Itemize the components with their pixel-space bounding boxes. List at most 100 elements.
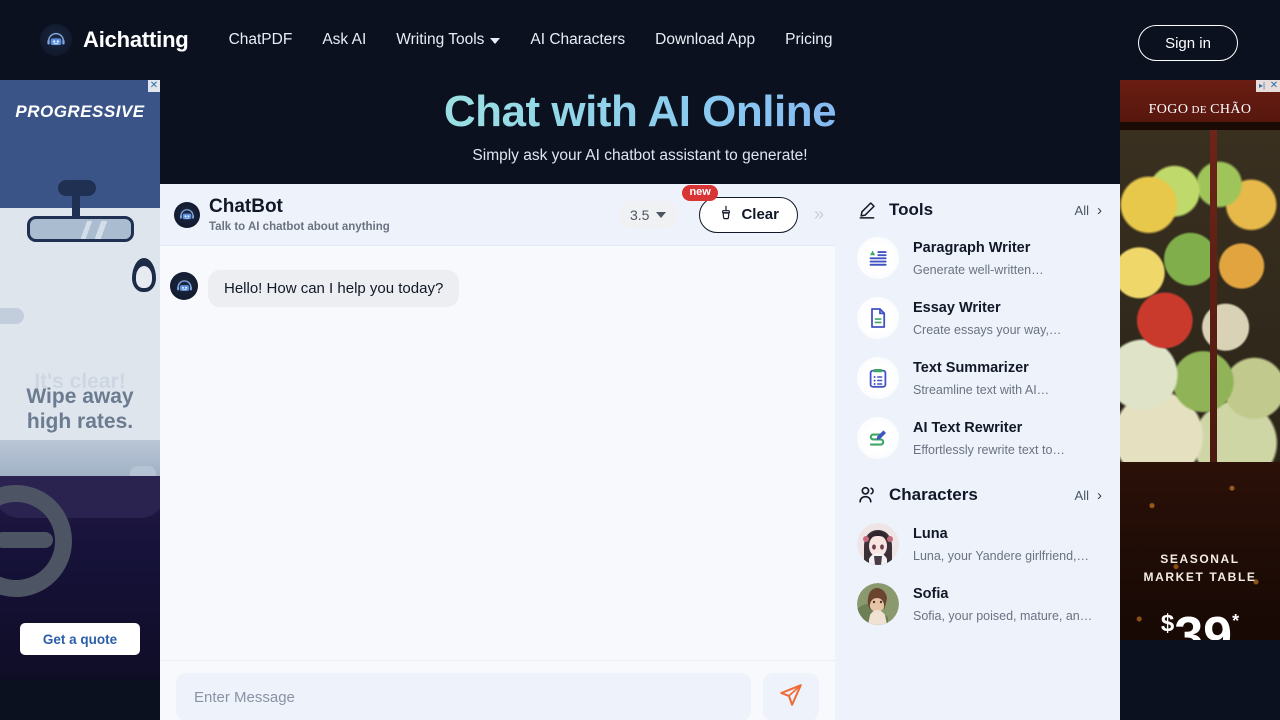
chat-message: Hello! How can I help you today? [170,270,815,307]
nav-label: AI Characters [530,31,626,48]
chat-header-actions: 3.5 new Clear » [617,184,824,233]
chevron-right-icon: › [1097,486,1102,504]
ad-left-headline-line1: Wipe away [26,385,134,408]
ad-left-cta-button[interactable]: Get a quote [20,623,140,655]
ad-right-bottom-strip [1120,640,1280,680]
tools-all-link[interactable]: All › [1075,202,1102,219]
tool-name: Essay Writer [913,300,1001,317]
hero-section: Chat with AI Online Simply ask your AI c… [0,80,1280,184]
tool-desc: Create essays your way,… [913,322,1062,337]
character-desc: Sofia, your poised, mature, an… [913,608,1093,623]
double-chevron-right-icon[interactable]: » [814,204,824,225]
chat-title: ChatBot [209,195,283,217]
message-list: Hello! How can I help you today? [160,246,835,660]
model-selector[interactable]: 3.5 [617,200,679,229]
document-icon [857,297,899,339]
ad-right-brand-de: DE [1188,104,1211,116]
nav-item-chatpdf[interactable]: ChatPDF [229,31,293,49]
characters-title: Characters [889,485,978,504]
sign-in-button[interactable]: Sign in [1138,25,1238,61]
tool-item-paragraph-writer[interactable]: Paragraph Writer Generate well-written… [857,228,1102,288]
composer: Enter Message [160,660,835,720]
nav-label: Pricing [785,31,833,48]
nav-item-pricing[interactable]: Pricing [785,31,832,49]
ad-right-headline: SEASONAL MARKET TABLE [1120,550,1280,586]
nav-label: Writing Tools [396,31,485,48]
characters-header: Characters All › [857,484,1102,506]
ad-right-currency: $ [1160,610,1175,637]
tool-text: Text Summarizer Streamline text with AI… [913,359,1049,396]
all-label: All [1074,487,1089,503]
chevron-right-icon: › [1097,201,1102,219]
characters-list: Luna Luna, your Yandere girlfriend,… Sof… [857,514,1102,634]
message-input[interactable]: Enter Message [176,673,751,720]
ad-left-person [132,258,156,292]
adchoices-icon[interactable]: ▸| [1256,80,1268,92]
tool-name: AI Text Rewriter [913,420,1023,437]
character-name: Luna [913,526,948,543]
rearview-mirror-icon [27,216,134,242]
site-header: Aichatting ChatPDF Ask AI Writing Tools … [0,0,1280,80]
ad-right-brand-tail: CHÃO [1210,102,1252,117]
close-icon[interactable]: ✕ [148,80,160,92]
ad-right[interactable]: FOGO DE CHÃO SEASONAL MARKET TABLE $39* … [1120,80,1280,680]
tool-item-ai-text-rewriter[interactable]: AI Text Rewriter Effortlessly rewrite te… [857,408,1102,468]
new-badge: new [682,184,718,201]
ad-right-asterisk: * [1232,611,1240,631]
clear-button[interactable]: new Clear [682,184,798,233]
chat-panel: ChatBot Talk to AI chatbot about anythin… [160,184,835,720]
nav-item-writing-tools[interactable]: Writing Tools [396,31,501,49]
ad-right-food-photo [1120,130,1280,470]
robot-avatar-icon [170,272,198,300]
tool-text: Essay Writer Create essays your way,… [913,299,1061,336]
model-value: 3.5 [629,206,650,223]
close-icon[interactable]: ✕ [1268,80,1280,92]
tools-header: Tools All › [857,200,1102,220]
main-nav: ChatPDF Ask AI Writing Tools AI Characte… [229,31,833,49]
chevron-down-icon [490,38,501,44]
nav-label: ChatPDF [228,31,293,48]
nav-item-download-app[interactable]: Download App [655,31,755,49]
ad-left[interactable]: It's clear! Wipe away high rates. PROGRE… [0,80,160,680]
tool-desc: Streamline text with AI… [913,382,1050,397]
all-label: All [1074,202,1089,218]
tool-desc: Generate well-written… [913,262,1044,277]
brand-name: Aichatting [83,27,189,52]
characters-all-link[interactable]: All › [1075,487,1102,504]
robot-headset-icon [40,24,72,56]
ad-left-headline-line2: high rates. [26,409,134,433]
nav-label: Ask AI [322,31,367,48]
character-item-luna[interactable]: Luna Luna, your Yandere girlfriend,… [857,514,1102,574]
hero-subtitle: Simply ask your AI chatbot assistant to … [472,147,808,165]
tool-desc: Effortlessly rewrite text to… [913,442,1065,457]
tool-item-text-summarizer[interactable]: Text Summarizer Streamline text with AI… [857,348,1102,408]
ad-right-brand-main: FOGO [1148,102,1189,117]
ad-right-badges: ▸| ✕ [1256,80,1280,92]
chat-subtitle: Talk to AI chatbot about anything [209,221,390,234]
pen-rewrite-icon [857,417,899,459]
page-title: Chat with AI Online [0,80,1280,141]
app-shell: ChatBot Talk to AI chatbot about anythin… [160,184,1120,720]
chat-titles: ChatBot Talk to AI chatbot about anythin… [209,196,390,234]
ad-right-headline-line2: MARKET TABLE [1143,570,1257,584]
chat-header: ChatBot Talk to AI chatbot about anythin… [160,184,835,246]
ad-left-headline: Wipe away high rates. [0,385,160,435]
paragraph-lines-icon [857,237,899,279]
character-item-sofia[interactable]: Sofia Sofia, your poised, mature, an… [857,574,1102,634]
woman-photo-avatar [857,583,899,625]
clipboard-list-icon [857,357,899,399]
character-text: Luna Luna, your Yandere girlfriend,… [913,525,1089,562]
tool-item-essay-writer[interactable]: Essay Writer Create essays your way,… [857,288,1102,348]
brand[interactable]: Aichatting [40,24,189,56]
ad-left-brand: PROGRESSIVE [15,102,145,121]
send-button[interactable] [763,673,819,720]
pen-underline-icon [857,200,881,220]
nav-item-ai-characters[interactable]: AI Characters [530,31,625,49]
nav-label: Download App [655,31,756,48]
ad-right-headline-line1: SEASONAL [1160,552,1240,566]
ad-left-cloud [0,308,24,324]
clear-label: Clear [741,206,779,223]
ad-left-mirror-stem [72,190,80,216]
anime-girl-avatar [857,523,899,565]
nav-item-ask-ai[interactable]: Ask AI [322,31,366,49]
